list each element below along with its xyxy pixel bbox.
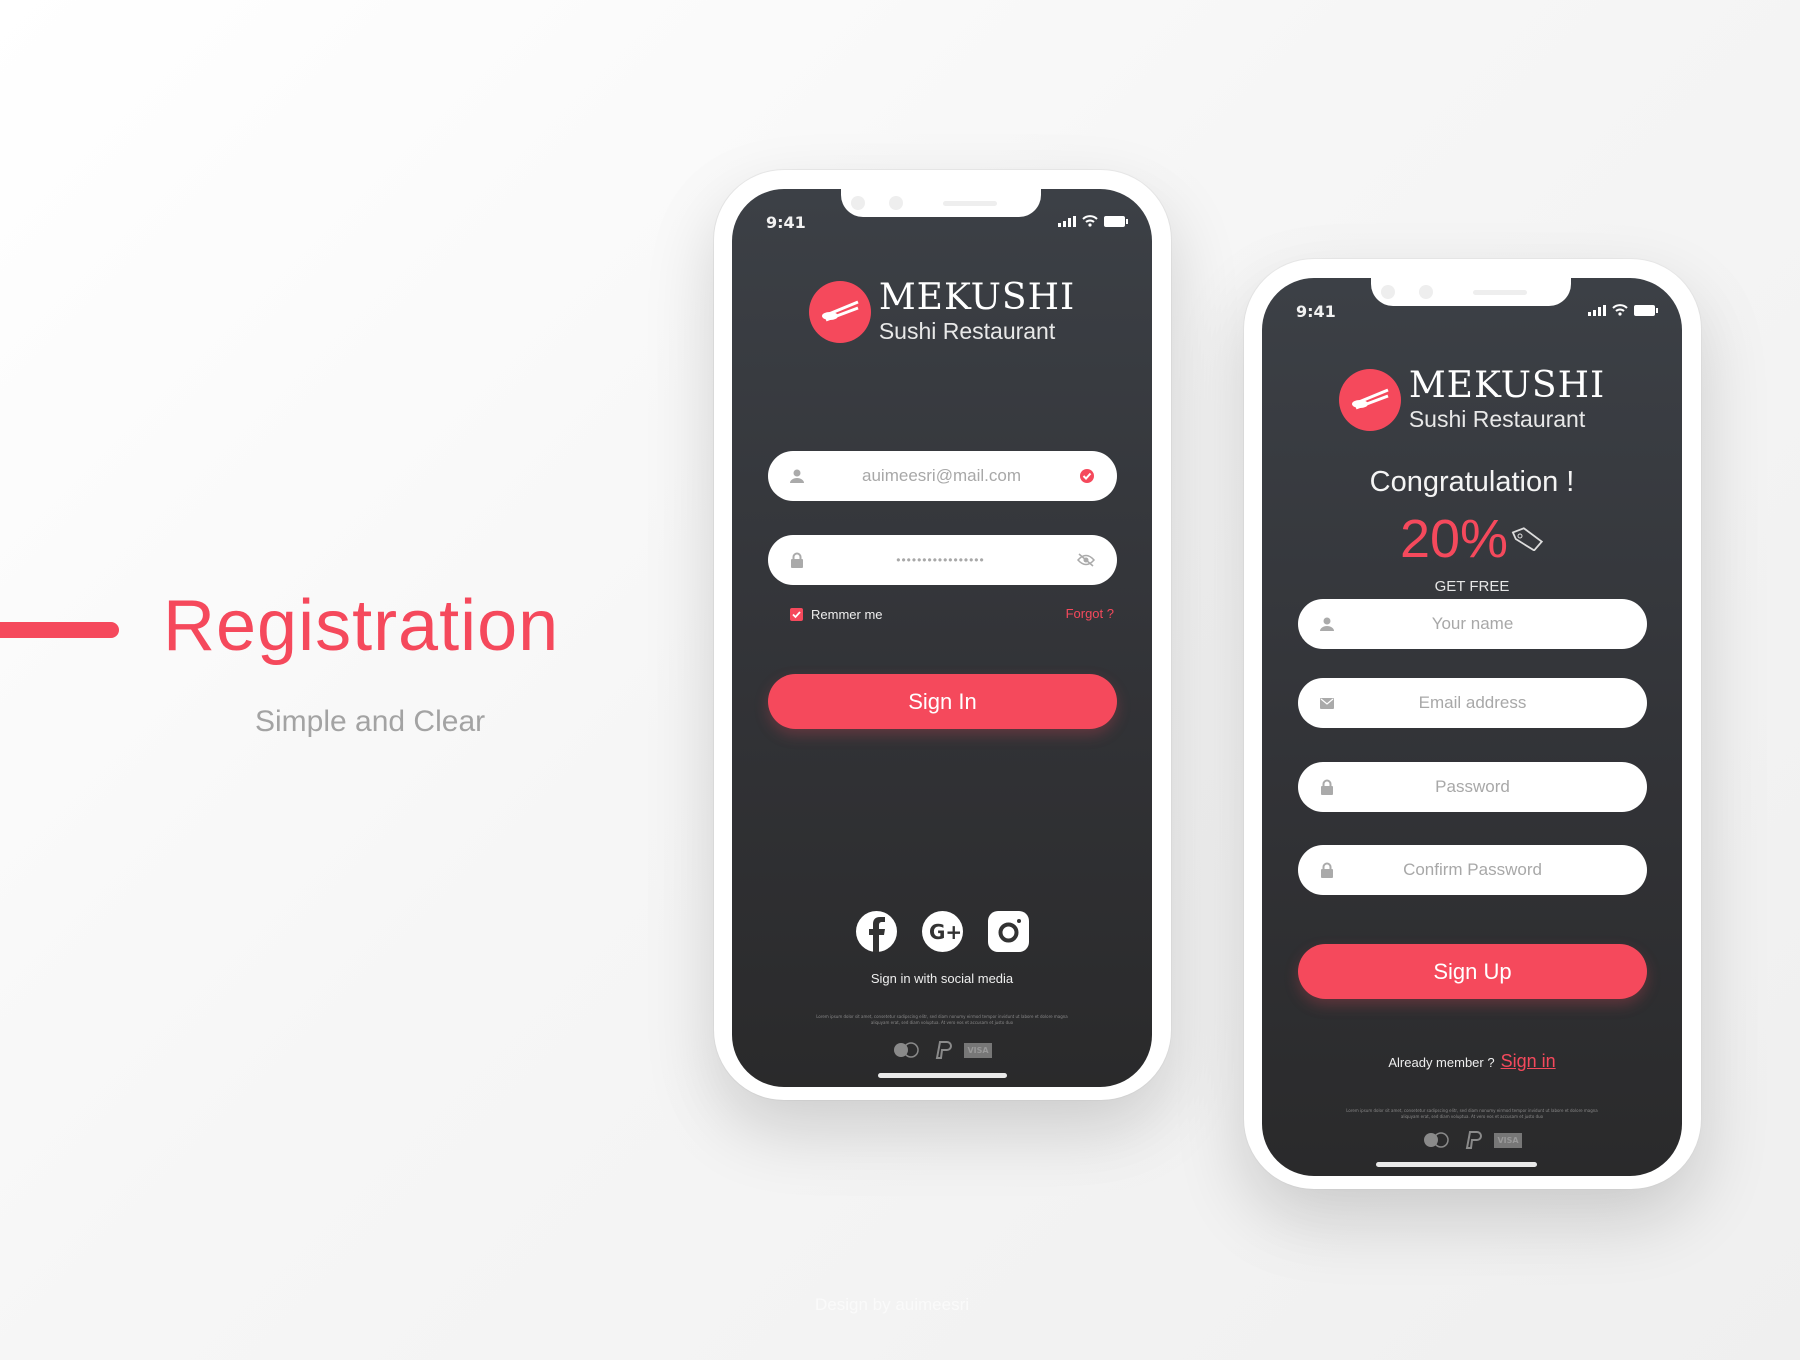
discount-value: 20% <box>1399 509 1509 569</box>
social-buttons: G+ <box>732 911 1152 952</box>
battery-icon <box>1634 305 1658 316</box>
mastercard-icon <box>894 1042 920 1058</box>
email-value: auimeesri@mail.com <box>862 466 1021 485</box>
brand-logo: MEKUSHI Sushi Restaurant <box>732 280 1152 343</box>
password-placeholder: Password <box>1435 777 1510 796</box>
wifi-icon <box>1082 215 1098 227</box>
forgot-link[interactable]: Forgot ? <box>1066 606 1114 621</box>
fine-print: Lorem ipsum dolor sit amet, consetetur s… <box>816 1014 1068 1025</box>
eye-off-icon[interactable] <box>1077 553 1095 567</box>
password-value: ••••••••••••••••• <box>896 553 985 567</box>
signup-phone: 9:41 MEKUSHI Sushi Restaurant Congratulat… <box>1244 259 1701 1189</box>
accent-line <box>0 622 119 638</box>
password-field[interactable]: Password <box>1298 762 1647 812</box>
brand-tagline: Sushi Restaurant <box>878 318 1056 344</box>
brand-tagline: Sushi Restaurant <box>1408 406 1586 432</box>
signal-icon <box>1588 305 1606 316</box>
home-indicator <box>878 1073 1007 1078</box>
name-placeholder: Your name <box>1431 614 1514 633</box>
google-plus-icon[interactable]: G+ <box>921 911 963 952</box>
fine-print: Lorem ipsum dolor sit amet, consetetur s… <box>1346 1108 1598 1119</box>
home-indicator <box>1376 1162 1537 1167</box>
paypal-icon <box>936 1041 953 1059</box>
price-tag-icon <box>1511 527 1544 551</box>
login-phone: 9:41 MEKUSHI Sushi Restaurant auimeesri@m… <box>714 170 1171 1100</box>
mastercard-icon <box>1424 1132 1450 1148</box>
hero-title: Registration <box>163 586 560 666</box>
email-field[interactable]: Email address <box>1298 678 1647 728</box>
confirm-password-placeholder: Confirm Password <box>1403 860 1542 879</box>
brand-name: MEKUSHI <box>1408 365 1606 406</box>
mail-icon <box>1320 697 1334 709</box>
facebook-icon[interactable] <box>855 911 897 952</box>
brand-logo: MEKUSHI Sushi Restaurant <box>1262 368 1682 431</box>
signup-screen: 9:41 MEKUSHI Sushi Restaurant Congratulat… <box>1262 278 1682 1176</box>
payment-icons: VISA <box>1262 1130 1682 1150</box>
sign-in-link[interactable]: Sign in <box>1501 1051 1556 1072</box>
lock-icon <box>1321 779 1333 795</box>
visa-icon: VISA <box>964 1042 992 1058</box>
notch <box>1371 278 1571 306</box>
sign-up-button[interactable]: Sign Up <box>1298 944 1647 999</box>
brand-name: MEKUSHI <box>878 277 1076 318</box>
login-screen: 9:41 MEKUSHI Sushi Restaurant auimeesri@m… <box>732 189 1152 1087</box>
hero-subtitle: Simple and Clear <box>255 705 486 738</box>
discount-caption: GET FREE <box>1434 578 1510 595</box>
payment-icons: VISA <box>732 1040 1152 1060</box>
signal-icon <box>1058 216 1076 227</box>
already-member-text: Already member ? <box>1388 1055 1495 1070</box>
instagram-icon[interactable] <box>987 911 1029 952</box>
remember-label: Remmer me <box>811 607 883 622</box>
visa-icon: VISA <box>1494 1132 1522 1148</box>
design-credit: Design by auimeesri <box>815 1295 970 1314</box>
status-time: 9:41 <box>766 213 806 232</box>
chopsticks-sushi-icon <box>1338 368 1401 431</box>
user-icon <box>790 469 804 483</box>
password-field[interactable]: ••••••••••••••••• <box>768 535 1117 585</box>
checkbox-checked-icon[interactable] <box>790 608 803 621</box>
notch <box>841 189 1041 217</box>
wifi-icon <box>1612 304 1628 316</box>
sign-in-button[interactable]: Sign In <box>768 674 1117 729</box>
check-circle-icon <box>1080 469 1094 483</box>
user-icon <box>1320 617 1334 631</box>
lock-icon <box>791 552 803 568</box>
lock-icon <box>1321 862 1333 878</box>
status-time: 9:41 <box>1296 302 1336 321</box>
congrats-heading: Congratulation ! <box>1369 466 1575 498</box>
confirm-password-field[interactable]: Confirm Password <box>1298 845 1647 895</box>
email-placeholder: Email address <box>1418 693 1527 712</box>
email-field[interactable]: auimeesri@mail.com <box>768 451 1117 501</box>
remember-me[interactable]: Remmer me <box>790 607 883 622</box>
status-icons <box>1058 215 1128 227</box>
chopsticks-sushi-icon <box>808 280 871 343</box>
svg-text:G+: G+ <box>929 920 962 944</box>
name-field[interactable]: Your name <box>1298 599 1647 649</box>
battery-icon <box>1104 216 1128 227</box>
status-icons <box>1588 304 1658 316</box>
paypal-icon <box>1466 1131 1483 1149</box>
social-caption: Sign in with social media <box>870 971 1014 986</box>
